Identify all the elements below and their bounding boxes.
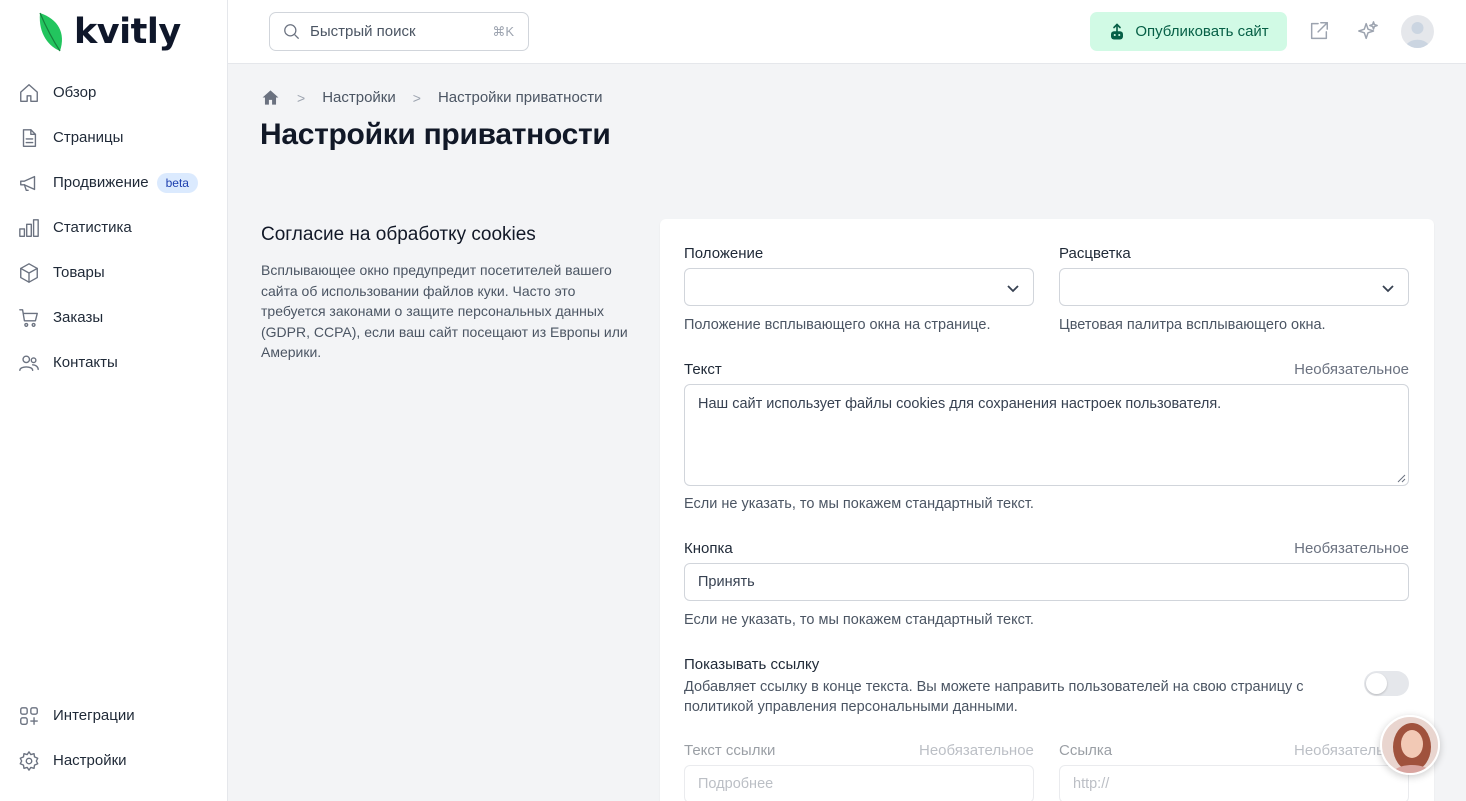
search-placeholder: Быстрый поиск [310,23,416,40]
link-text-input[interactable]: Подробнее [684,765,1034,801]
text-hint: Если не указать, то мы покажем стандартн… [684,496,1034,512]
color-hint: Цветовая палитра всплывающего окна. [1059,317,1326,333]
search-input[interactable]: Быстрый поиск ⌘K [269,12,529,51]
link-text-optional: Необязательное [919,742,1034,759]
home-icon [18,82,40,104]
resize-handle-icon[interactable] [1397,474,1406,483]
sparkles-icon[interactable] [1355,18,1381,44]
top-header: Быстрый поиск ⌘K Опубликовать сайт [228,0,1466,64]
chart-icon [18,217,40,239]
text-label: Текст [684,361,722,378]
sidebar-item-label: Интеграции [53,707,135,724]
sidebar-item-label: Настройки [53,752,127,769]
publish-label: Опубликовать сайт [1135,23,1269,40]
button-text-value: Принять [698,574,755,590]
search-icon [284,24,300,40]
sidebar-item-pages[interactable]: Страницы [0,115,228,160]
sidebar-item-label: Страницы [53,129,124,146]
sidebar-item-settings[interactable]: Настройки [0,738,228,783]
breadcrumb: > Настройки > Настройки приватности [261,88,603,107]
sidebar-item-products[interactable]: Товары [0,250,228,295]
button-hint: Если не указать, то мы покажем стандартн… [684,612,1034,628]
sidebar-item-contacts[interactable]: Контакты [0,340,228,385]
sidebar-item-label: Товары [53,264,105,281]
document-icon [18,127,40,149]
sidebar-item-label: Продвижение [53,174,149,191]
section-description: Всплывающее окно предупредит посетителей… [261,262,628,360]
gear-icon [18,750,40,772]
user-icon [1405,22,1430,48]
button-optional: Необязательное [1294,540,1409,557]
breadcrumb-settings[interactable]: Настройки [322,89,396,106]
publish-icon [1111,23,1124,39]
link-url-placeholder: http:// [1073,776,1110,792]
sidebar: kvitly Обзор Страницы Продвижение beta С… [0,0,228,801]
cookie-text-textarea[interactable]: Наш сайт использует файлы cookies для со… [684,384,1409,486]
sidebar-item-label: Статистика [53,219,132,236]
sidebar-item-overview[interactable]: Обзор [0,70,228,115]
cart-icon [18,307,40,329]
color-select[interactable] [1059,268,1409,306]
color-label: Расцветка [1059,245,1131,262]
sidebar-item-statistics[interactable]: Статистика [0,205,228,250]
page-title: Настройки приватности [260,118,611,151]
external-link-icon[interactable] [1306,18,1332,44]
users-icon [18,352,40,374]
link-url-input[interactable]: http:// [1059,765,1409,801]
show-link-label: Показывать ссылку [684,656,820,673]
sidebar-item-label: Заказы [53,309,104,326]
chevron-down-icon [1007,285,1019,293]
position-select[interactable] [684,268,1034,306]
box-icon [18,262,40,284]
user-avatar[interactable] [1401,15,1434,48]
toggle-knob [1366,673,1387,694]
publish-site-button[interactable]: Опубликовать сайт [1090,12,1287,51]
integrations-icon [18,705,40,727]
sidebar-item-label: Обзор [53,84,97,101]
logo[interactable]: kvitly [36,10,181,54]
sidebar-item-promotion[interactable]: Продвижение beta [0,160,228,205]
sidebar-item-orders[interactable]: Заказы [0,295,228,340]
chevron-down-icon [1382,285,1394,293]
link-text-label: Текст ссылки [684,742,776,759]
cookie-text-value: Наш сайт использует файлы cookies для со… [698,396,1222,412]
chevron-right-icon: > [412,89,421,106]
show-link-toggle[interactable] [1364,671,1409,696]
home-icon[interactable] [261,88,280,107]
breadcrumb-privacy: Настройки приватности [437,89,603,106]
link-url-label: Ссылка [1059,742,1113,759]
beta-badge: beta [156,172,198,193]
sidebar-nav: Обзор Страницы Продвижение beta Статисти… [0,70,228,385]
support-chat-avatar[interactable] [1380,715,1440,775]
link-text-placeholder: Подробнее [698,776,774,792]
logo-text: kvitly [74,12,181,52]
cookie-settings-card: Положение Положение всплывающего окна на… [660,219,1434,801]
button-label: Кнопка [684,540,733,557]
position-label: Положение [684,245,764,262]
leaf-logo-icon [39,12,62,52]
search-shortcut: ⌘K [492,23,514,39]
sidebar-item-integrations[interactable]: Интеграции [0,693,228,738]
show-link-description: Добавляет ссылку в конце текста. Вы може… [684,679,1304,715]
section-title: Согласие на обработку cookies [261,224,536,245]
megaphone-icon [18,172,40,194]
text-optional: Необязательное [1294,361,1409,378]
sidebar-bottom-nav: Интеграции Настройки [0,693,228,783]
chevron-right-icon: > [297,89,306,106]
button-text-input[interactable]: Принять [684,563,1409,601]
sidebar-item-label: Контакты [53,354,118,371]
position-hint: Положение всплывающего окна на странице. [684,317,991,333]
